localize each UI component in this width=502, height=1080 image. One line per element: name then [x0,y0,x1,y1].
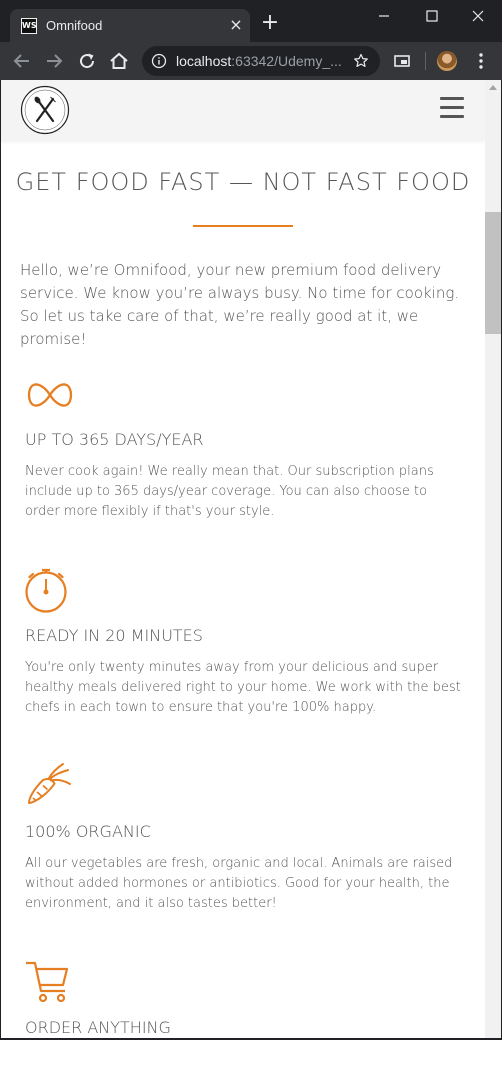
tab-strip: WS Omnifood × + [0,0,502,42]
feature-title: ORDER ANYTHING [25,1018,171,1037]
cart-icon [26,961,69,1003]
hamburger-bar [440,115,464,118]
omnifood-logo[interactable] [20,85,70,135]
url-host: localhost [176,53,232,69]
scroll-up-arrow-icon[interactable] [489,85,497,90]
url-text[interactable]: localhost:63342/Udemy_... [176,53,342,69]
tab-close-icon[interactable]: × [226,15,246,35]
toolbar-divider [425,52,426,70]
more-menu-icon[interactable] [469,49,493,73]
hamburger-bar [440,97,464,100]
infinity-icon [27,383,73,407]
site-navbar [1,80,485,141]
section-title: GET FOOD FAST — NOT FAST FOOD [15,168,471,196]
address-bar[interactable]: localhost:63342/Udemy_... [142,46,380,76]
window-close-icon[interactable] [464,4,492,28]
browser-tab[interactable]: WS Omnifood × [10,9,250,42]
browser-toolbar: localhost:63342/Udemy_... [0,42,502,80]
info-icon[interactable] [151,53,167,69]
hamburger-bar [440,106,464,109]
stopwatch-icon [25,568,67,613]
scrollbar-thumb[interactable] [485,212,501,334]
feature-text: Never cook again! We really mean that. O… [25,464,434,519]
tab-title: Omnifood [46,18,103,33]
feature-text: You're only twenty minutes away from you… [25,660,461,715]
intro-paragraph: Hello, we’re Omnifood, your new premium … [20,261,460,348]
feature-title: 100% ORGANIC [25,822,151,841]
reload-icon[interactable] [75,49,99,73]
feature-title: READY IN 20 MINUTES [25,626,203,645]
feature-text: All our vegetables are fresh, organic an… [25,856,453,911]
url-path: :63342/Udemy_... [231,53,342,69]
page-viewport: GET FOOD FAST — NOT FAST FOOD Hello, we’… [1,80,485,1038]
forward-icon[interactable] [42,49,66,73]
feature-title: UP TO 365 DAYS/YEAR [25,430,204,449]
vertical-scrollbar[interactable] [485,80,501,1038]
title-underline [193,225,293,227]
maximize-icon[interactable] [418,4,446,28]
hamburger-menu-icon[interactable] [440,97,466,119]
bookmark-star-icon[interactable] [353,53,369,69]
back-icon[interactable] [10,49,34,73]
webstorm-favicon-icon: WS [21,18,37,34]
picture-in-picture-icon[interactable] [390,49,414,73]
carrot-icon [28,763,71,804]
profile-avatar[interactable] [437,51,457,71]
minimize-icon[interactable] [370,4,398,28]
home-icon[interactable] [107,49,131,73]
new-tab-icon[interactable]: + [259,12,281,35]
